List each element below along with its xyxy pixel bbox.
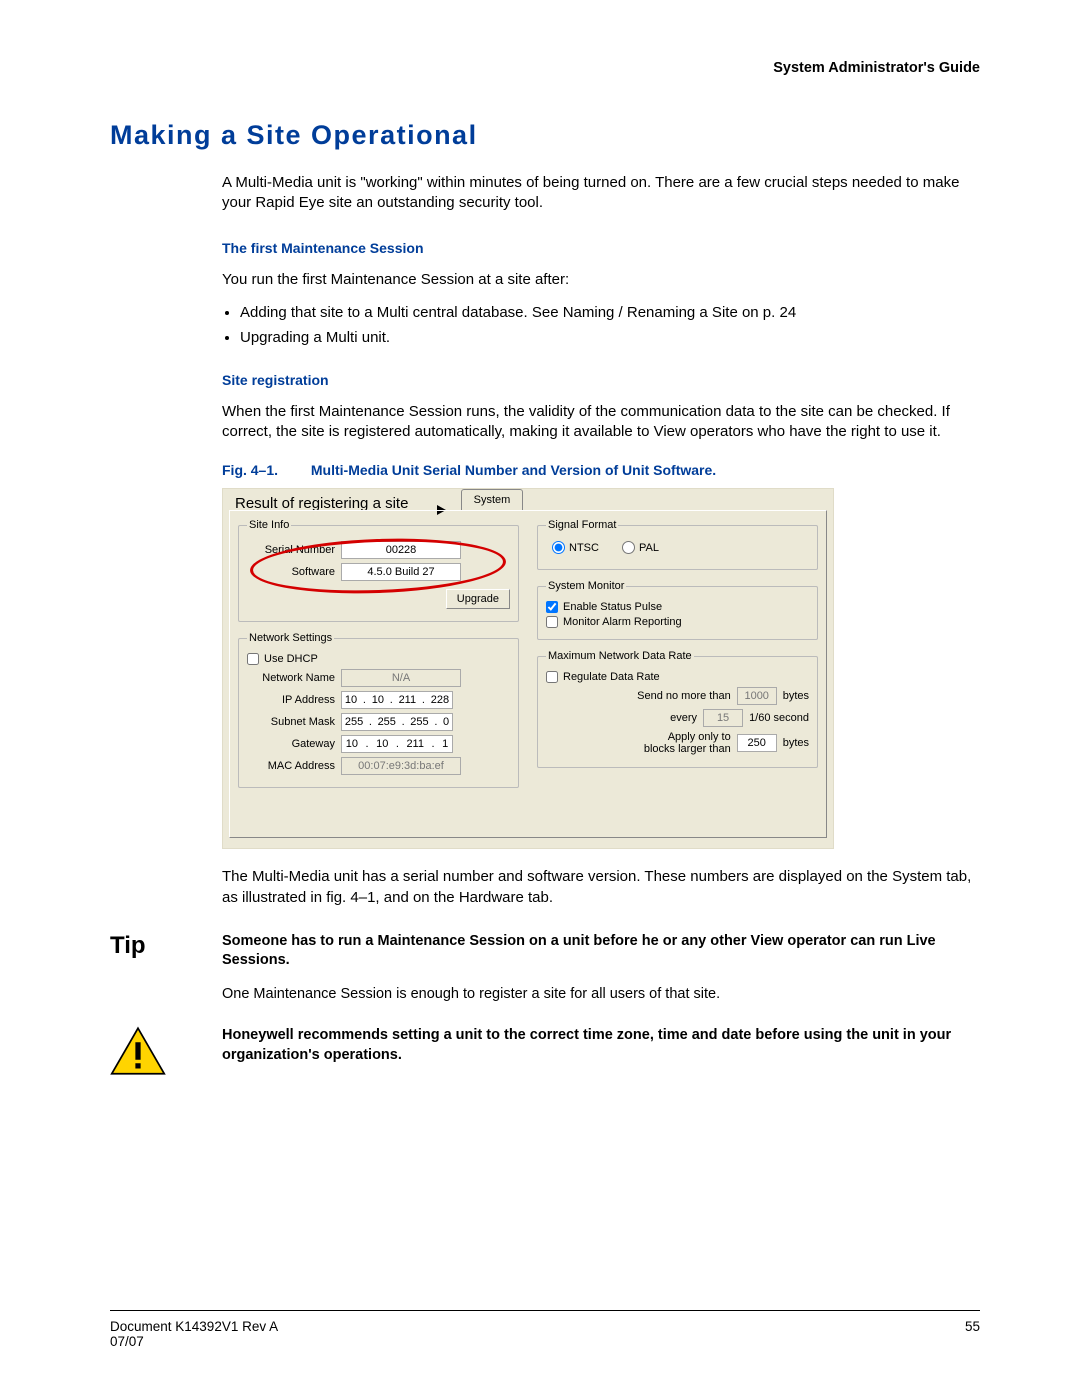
- figure-number: Fig. 4–1.: [222, 462, 307, 478]
- checkbox-alarm-reporting[interactable]: [546, 616, 558, 628]
- value-software: 4.5.0 Build 27: [341, 563, 461, 581]
- label-send-no-more: Send no more than: [637, 690, 731, 702]
- ip-octet: 255: [378, 716, 396, 728]
- tab-system[interactable]: System: [461, 489, 523, 511]
- ip-octet: 0: [443, 716, 449, 728]
- sect1-bullet: Upgrading a Multi unit.: [240, 329, 980, 346]
- sect1-bullet: Adding that site to a Multi central data…: [240, 304, 980, 321]
- fieldset-network-settings: Network Settings Use DHCP Network Name N…: [238, 632, 519, 788]
- sect2-body: When the first Maintenance Session runs,…: [222, 402, 980, 443]
- unit-apply: bytes: [783, 737, 809, 749]
- input-every[interactable]: 15: [703, 709, 743, 727]
- warning-icon: [110, 1026, 222, 1079]
- label-network-name: Network Name: [247, 672, 335, 684]
- ip-octet: 211: [399, 694, 417, 706]
- ip-octet: 1: [442, 738, 448, 750]
- checkbox-use-dhcp[interactable]: [247, 653, 259, 665]
- after-figure-paragraph: The Multi-Media unit has a serial number…: [222, 867, 980, 908]
- warning-text: Honeywell recommends setting a unit to t…: [222, 1026, 980, 1065]
- value-network-name: N/A: [341, 669, 461, 687]
- footer-date: 07/07: [110, 1334, 144, 1349]
- ip-octet: 10: [346, 738, 358, 750]
- upgrade-button[interactable]: Upgrade: [446, 589, 510, 609]
- legend-monitor: System Monitor: [546, 580, 626, 592]
- unit-bytes: bytes: [783, 690, 809, 702]
- label-mac: MAC Address: [247, 760, 335, 772]
- ip-octet: 10: [372, 694, 384, 706]
- label-ip-address: IP Address: [247, 694, 335, 706]
- label-every: every: [670, 712, 697, 724]
- ip-octet: 255: [345, 716, 363, 728]
- legend-site-info: Site Info: [247, 519, 291, 531]
- page-footer: Document K14392V1 Rev A 07/07 55: [110, 1310, 980, 1349]
- label-gateway: Gateway: [247, 738, 335, 750]
- label-regulate-rate: Regulate Data Rate: [563, 671, 660, 683]
- footer-doc: Document K14392V1 Rev A: [110, 1319, 278, 1334]
- legend-data-rate: Maximum Network Data Rate: [546, 650, 694, 662]
- label-software: Software: [247, 566, 335, 578]
- fieldset-signal-format: Signal Format NTSC PAL: [537, 519, 818, 570]
- input-gateway[interactable]: 10. 10. 211. 1: [341, 735, 453, 753]
- input-send-bytes[interactable]: 1000: [737, 687, 777, 705]
- fieldset-data-rate: Maximum Network Data Rate Regulate Data …: [537, 650, 818, 768]
- tip-label: Tip: [110, 932, 222, 1019]
- checkbox-enable-pulse[interactable]: [546, 601, 558, 613]
- ip-octet: 10: [376, 738, 388, 750]
- page-title: Making a Site Operational: [110, 120, 980, 151]
- label-alarm-reporting: Monitor Alarm Reporting: [563, 616, 682, 628]
- label-ntsc: NTSC: [569, 542, 599, 554]
- value-mac: 00:07:e9:3d:ba:ef: [341, 757, 461, 775]
- footer-page-number: 55: [965, 1319, 980, 1349]
- ip-octet: 255: [410, 716, 428, 728]
- figure-title: Multi-Media Unit Serial Number and Versi…: [311, 462, 716, 478]
- checkbox-regulate-rate[interactable]: [546, 671, 558, 683]
- label-apply-only: Apply only to blocks larger than: [644, 731, 731, 755]
- subhead-first-maintenance: The first Maintenance Session: [222, 240, 980, 256]
- label-enable-pulse: Enable Status Pulse: [563, 601, 662, 613]
- unit-every: 1/60 second: [749, 712, 809, 724]
- tip-bold-text: Someone has to run a Maintenance Session…: [222, 932, 980, 971]
- subhead-site-registration: Site registration: [222, 372, 980, 388]
- label-serial-number: Serial Number: [247, 544, 335, 556]
- input-subnet-mask[interactable]: 255. 255. 255. 0: [341, 713, 453, 731]
- fieldset-system-monitor: System Monitor Enable Status Pulse Monit…: [537, 580, 818, 640]
- ip-octet: 228: [431, 694, 449, 706]
- radio-ntsc[interactable]: [552, 541, 565, 554]
- figure-caption: Fig. 4–1. Multi-Media Unit Serial Number…: [222, 462, 980, 478]
- radio-pal[interactable]: [622, 541, 635, 554]
- sect1-lead: You run the first Maintenance Session at…: [222, 270, 980, 290]
- ip-octet: 211: [406, 738, 424, 750]
- ip-octet: 10: [345, 694, 357, 706]
- value-serial-number: 00228: [341, 541, 461, 559]
- input-ip-address[interactable]: 10. 10. 211. 228: [341, 691, 453, 709]
- legend-network: Network Settings: [247, 632, 334, 644]
- label-use-dhcp: Use DHCP: [264, 653, 318, 665]
- header-guide: System Administrator's Guide: [110, 60, 980, 76]
- fieldset-site-info: Site Info Serial Number 00228 Software 4…: [238, 519, 519, 622]
- tip-normal-text: One Maintenance Session is enough to reg…: [222, 985, 980, 1005]
- intro-paragraph: A Multi-Media unit is "working" within m…: [222, 173, 980, 214]
- legend-signal: Signal Format: [546, 519, 618, 531]
- label-pal: PAL: [639, 542, 659, 554]
- label-subnet: Subnet Mask: [247, 716, 335, 728]
- input-apply-bytes[interactable]: 250: [737, 734, 777, 752]
- system-dialog: Result of registering a site System Site…: [222, 488, 834, 849]
